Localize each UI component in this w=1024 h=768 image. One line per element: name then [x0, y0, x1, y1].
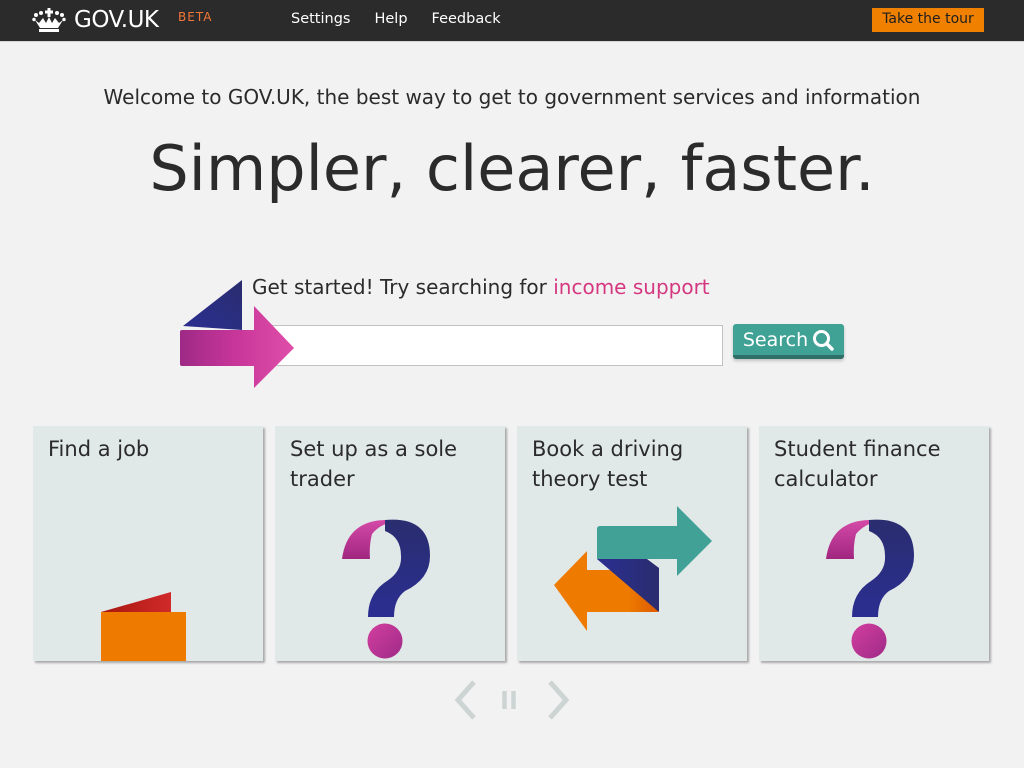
nav-settings-link[interactable]: Settings [291, 11, 350, 27]
welcome-text: Welcome to GOV.UK, the best way to get t… [103, 85, 921, 109]
search-icon [813, 329, 834, 351]
govuk-logo-link[interactable]: GOV.UK [32, 6, 159, 34]
swap-arrows-icon [554, 506, 712, 631]
card-title: Book a driving theory test [532, 437, 684, 491]
card-sole-trader[interactable]: Set up as a sole trader [275, 426, 505, 661]
nav-help-link[interactable]: Help [374, 11, 407, 27]
search-prompt: Get started! Try searching for income su… [252, 275, 710, 299]
nav-feedback-link[interactable]: Feedback [432, 11, 501, 27]
crown-icon [32, 8, 66, 32]
search-input[interactable] [268, 325, 723, 366]
card-driving-theory-test[interactable]: Book a driving theory test [517, 426, 747, 661]
card-title: Student finance calculator [774, 437, 941, 491]
folded-leaflet-icon [101, 592, 186, 661]
card-title: Find a job [48, 437, 150, 461]
search-button[interactable]: Search [733, 324, 844, 359]
question-mark-icon [826, 519, 914, 659]
pointer-arrow-icon [180, 280, 294, 388]
top-bar: GOV.UK BETA Settings Help Feedback Take … [0, 0, 1024, 42]
carousel-controls [450, 678, 574, 722]
chevron-left-icon[interactable] [450, 678, 482, 722]
question-mark-icon [342, 519, 430, 659]
beta-badge: BETA [178, 10, 213, 24]
featured-services: Find a job Set up as a sole trader Book … [33, 426, 989, 661]
search-button-label: Search [742, 328, 809, 351]
card-student-finance[interactable]: Student finance calculator [759, 426, 989, 661]
income-support-link[interactable]: income support [553, 275, 709, 299]
top-nav: Settings Help Feedback [291, 11, 501, 27]
pause-icon[interactable] [500, 678, 524, 722]
logo-text: GOV.UK [74, 7, 159, 33]
card-title: Set up as a sole trader [290, 437, 458, 491]
take-the-tour-button[interactable]: Take the tour [872, 8, 984, 32]
chevron-right-icon[interactable] [542, 678, 574, 722]
card-find-a-job[interactable]: Find a job [33, 426, 263, 661]
page-headline: Simpler, clearer, faster. [149, 132, 875, 205]
